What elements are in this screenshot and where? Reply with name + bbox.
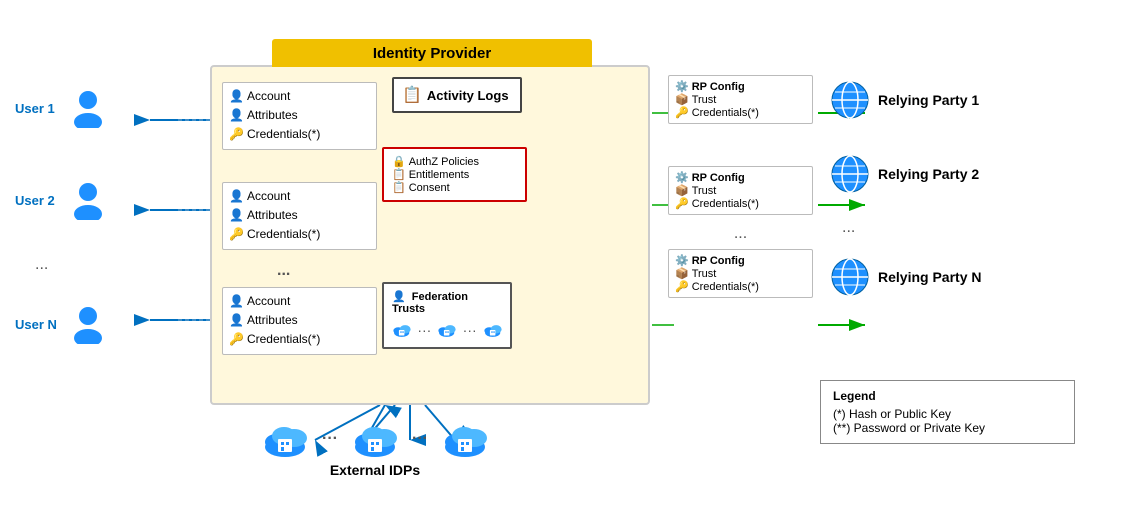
user-n-label: User N — [15, 317, 70, 332]
rp-2-label: Relying Party 2 — [878, 166, 979, 182]
user-1-row: User 1 — [15, 88, 106, 128]
user-n-avatar — [70, 304, 106, 344]
user-2-row: User 2 — [15, 180, 106, 220]
rp-dots: ... — [668, 225, 813, 243]
account-group-3: 👤Account 👤Attributes 🔑Credentials(*) — [222, 287, 377, 355]
account-group-2: 👤Account 👤Attributes 🔑Credentials(*) — [222, 182, 377, 250]
external-idps-label: External IDPs — [260, 462, 490, 478]
activity-logs-box: 📋Activity Logs — [392, 77, 522, 113]
rp-n-label: Relying Party N — [878, 269, 981, 285]
diagram-area: Identity Provider 👤Account 👤Attributes 🔑… — [10, 10, 1130, 514]
rp-1-globe — [830, 80, 870, 120]
user-2-label: User 2 — [15, 193, 70, 208]
rp-dots-label: ... — [842, 219, 981, 237]
rp-config-1: ⚙️RP Config 📦Trust 🔑Credentials(*) — [668, 75, 813, 124]
federation-trusts-box: 👤 Federation Trusts ··· — [382, 282, 512, 349]
ext-idp-dots2: ··· — [412, 430, 428, 448]
rp-1-row: Relying Party 1 — [830, 80, 981, 120]
users-area: User 1 User 2 ... User N — [15, 88, 106, 344]
user-1-label: User 1 — [15, 101, 70, 116]
user-2-avatar — [70, 180, 106, 220]
rp-2-globe — [830, 154, 870, 194]
legend-item-1: (*) Hash or Public Key — [833, 407, 1062, 421]
rp-n-globe — [830, 257, 870, 297]
idp-box: Identity Provider 👤Account 👤Attributes 🔑… — [210, 65, 650, 405]
rp-1-label: Relying Party 1 — [878, 92, 979, 108]
relying-parties-area: Relying Party 1 Relying Party 2 ... — [830, 80, 981, 297]
ext-idp-cloud-1 — [260, 420, 310, 458]
user-1-avatar — [70, 88, 106, 128]
dots-middle: ... — [277, 262, 290, 280]
user-n-row: User N — [15, 304, 106, 344]
rp-n-row: Relying Party N — [830, 257, 981, 297]
idp-title: Identity Provider — [272, 39, 592, 67]
legend-item-2: (**) Password or Private Key — [833, 421, 1062, 435]
rp-2-row: Relying Party 2 — [830, 154, 981, 194]
rp-configs-area: ⚙️RP Config 📦Trust 🔑Credentials(*) ⚙️RP … — [668, 75, 813, 308]
rp-config-n: ⚙️RP Config 📦Trust 🔑Credentials(*) — [668, 249, 813, 298]
legend-box: Legend (*) Hash or Public Key (**) Passw… — [820, 380, 1075, 444]
legend-title: Legend — [833, 389, 1062, 403]
external-idps-area: ··· ··· — [260, 420, 490, 478]
ext-idp-dots: ··· — [322, 430, 338, 448]
ext-idp-cloud-2 — [350, 420, 400, 458]
ext-idp-cloud-3 — [440, 420, 490, 458]
authz-policies-box: 🔒AuthZ Policies 📋Entitlements 📋Consent — [382, 147, 527, 202]
account-group-1: 👤Account 👤Attributes 🔑Credentials(*) — [222, 82, 377, 150]
rp-config-2: ⚙️RP Config 📦Trust 🔑Credentials(*) — [668, 166, 813, 215]
users-dots: ... — [35, 256, 106, 274]
